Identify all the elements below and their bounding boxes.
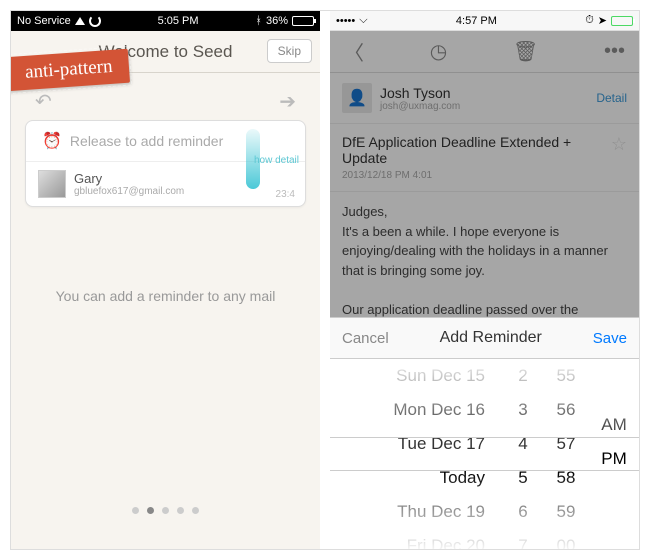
picker-minute-column[interactable]: 55565758590001 [543,359,589,549]
onboarding-hint: You can add a reminder to any mail [25,287,306,307]
sender-name: Gary [74,171,184,186]
bluetooth-icon: ᚼ [255,15,262,27]
skip-button[interactable]: Skip [267,39,312,63]
release-hint: Release to add reminder [70,133,223,149]
status-bar: No Service 5:05 PM ᚼ 36% [11,11,320,31]
sender-avatar [38,170,66,198]
dot [192,507,199,514]
add-reminder-sheet: Cancel Add Reminder Save Sun Dec 15Mon D… [330,317,639,549]
dot [177,507,184,514]
dot-active [147,507,154,514]
save-button[interactable]: Save [593,330,627,347]
right-screenshot: ••••• ⌵ 4:57 PM ⏱ ➤ 〈 ◷ 🗑 ••• 👤 Josh Tys… [330,11,639,549]
page-indicator[interactable] [11,507,320,514]
wifi-icon [75,17,85,25]
sender-email: gbluefox617@gmail.com [74,186,184,197]
status-bar: ••••• ⌵ 4:57 PM ⏱ ➤ [330,11,639,31]
sheet-title: Add Reminder [440,329,542,347]
alarm-icon: ⏱ [585,14,594,27]
location-icon: ➤ [598,14,607,27]
picker-ampm-column[interactable]: AMPM [589,359,639,549]
cancel-button[interactable]: Cancel [342,330,389,347]
anti-pattern-ribbon: anti-pattern [11,49,130,92]
datetime-picker[interactable]: Sun Dec 15Mon Dec 16Tue Dec 17TodayThu D… [330,359,639,549]
dot [132,507,139,514]
signal-dots: ••••• [336,15,355,27]
left-screenshot: No Service 5:05 PM ᚼ 36% Welcome to Seed… [11,11,320,549]
mail-card[interactable]: ⏰ Release to add reminder Gary gbluefox6… [25,120,306,207]
undo-icon[interactable]: ↶ [35,89,52,114]
battery-icon [611,16,633,26]
wifi-icon: ⌵ [359,14,367,27]
loading-spinner-icon [89,15,101,27]
picker-hour-column[interactable]: 2345678 [503,359,543,549]
card-timestamp: 23:4 [276,189,295,200]
picker-date-column[interactable]: Sun Dec 15Mon Dec 16Tue Dec 17TodayThu D… [330,359,503,549]
forward-icon[interactable]: ➔ [279,89,296,114]
battery-icon [292,16,314,26]
carrier-label: No Service [17,15,71,27]
dot [162,507,169,514]
alarm-clock-icon: ⏰ [42,131,62,151]
clock: 5:05 PM [101,15,256,27]
show-detail-link[interactable]: how detail [254,155,299,166]
clock: 4:57 PM [368,15,586,27]
battery-pct: 36% [266,15,288,27]
